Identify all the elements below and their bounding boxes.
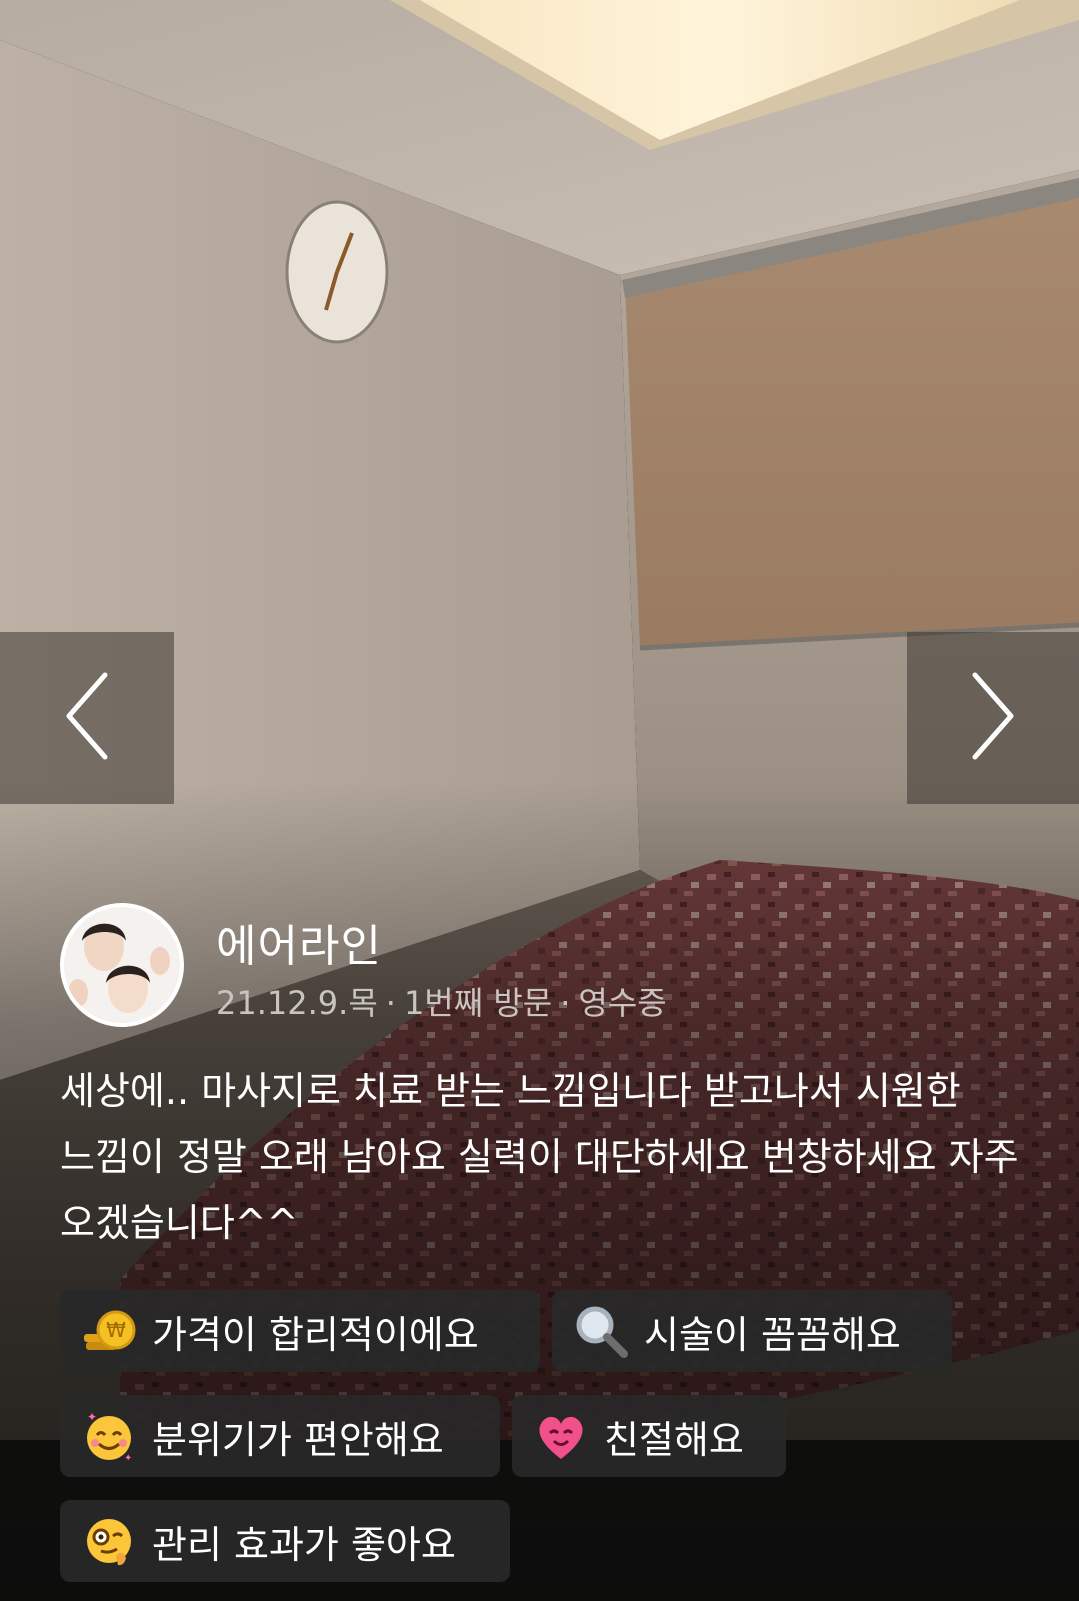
magnifier-icon xyxy=(574,1304,628,1358)
receipt-verification: 영수증 xyxy=(578,984,667,1022)
tag-label: 분위기가 편안해요 xyxy=(152,1417,444,1462)
review-meta: 21.12.9.목 · 1번째 방문 · 영수증 xyxy=(216,978,667,1024)
tag-label: 친절해요 xyxy=(604,1417,744,1462)
heart-face-icon xyxy=(534,1409,588,1463)
tag-thorough[interactable]: 시술이 꼼꼼해요 xyxy=(552,1290,952,1372)
svg-text:✦: ✦ xyxy=(87,1410,97,1424)
avatar[interactable] xyxy=(60,903,184,1027)
tag-label: 가격이 합리적이에요 xyxy=(152,1312,479,1357)
tag-price[interactable]: ₩ 가격이 합리적이에요 xyxy=(60,1290,540,1372)
tag-effect[interactable]: 관리 효과가 좋아요 xyxy=(60,1500,510,1582)
tag-label: 관리 효과가 좋아요 xyxy=(152,1522,456,1567)
monocle-face-icon xyxy=(82,1514,136,1568)
tag-label: 시술이 꼼꼼해요 xyxy=(644,1312,901,1357)
reviewer-name[interactable]: 에어라인 xyxy=(216,910,382,974)
meta-separator: · xyxy=(385,984,396,1022)
next-photo-button[interactable] xyxy=(907,632,1079,804)
tag-atmosphere[interactable]: ✦ ✦ 분위기가 편안해요 xyxy=(60,1395,500,1477)
tag-kind[interactable]: 친절해요 xyxy=(512,1395,786,1477)
review-text: 세상에.. 마사지로 치료 받는 느낌입니다 받고나서 시원한 느낌이 정말 오… xyxy=(60,1069,1019,1245)
chevron-right-icon xyxy=(969,671,1017,765)
review-date: 21.12.9.목 xyxy=(216,984,378,1022)
svg-text:✦: ✦ xyxy=(124,1453,132,1463)
svg-text:₩: ₩ xyxy=(106,1318,126,1342)
previous-photo-button[interactable] xyxy=(0,632,174,804)
wall-clock xyxy=(285,200,389,344)
coin-icon: ₩ xyxy=(82,1304,136,1358)
chevron-left-icon xyxy=(63,671,111,765)
smiling-face-icon: ✦ ✦ xyxy=(82,1409,136,1463)
visit-count: 1번째 방문 xyxy=(403,984,553,1022)
meta-separator: · xyxy=(560,984,571,1022)
